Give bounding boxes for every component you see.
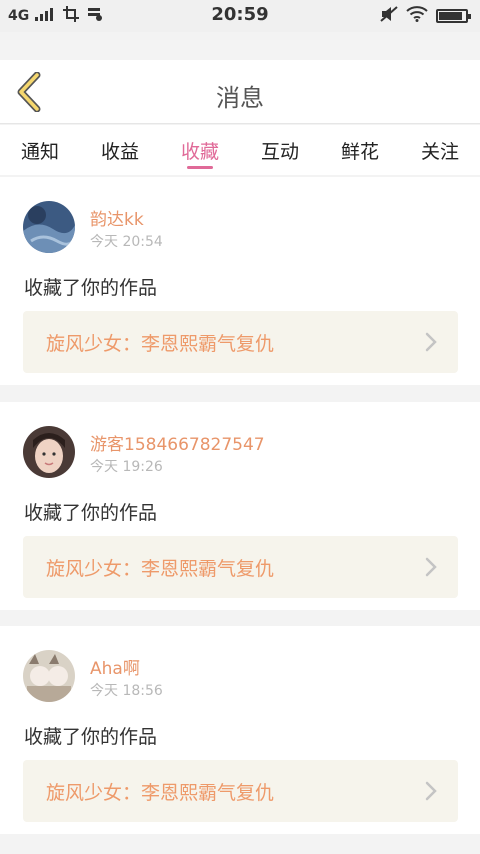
chevron-right-icon — [425, 557, 437, 577]
chevron-right-icon — [425, 781, 437, 801]
message-card: 韵达kk 今天 20:54 收藏了你的作品 旋风少女：李恩熙霸气复仇 — [0, 177, 480, 385]
username[interactable]: 韵达kk — [90, 205, 144, 230]
tab-follows[interactable]: 关注 — [400, 125, 480, 175]
mute-icon — [380, 6, 398, 26]
tab-earnings[interactable]: 收益 — [80, 125, 160, 175]
work-title: 旋风少女：李恩熙霸气复仇 — [46, 557, 275, 580]
tab-notifications[interactable]: 通知 — [0, 125, 80, 175]
work-link[interactable]: 旋风少女：李恩熙霸气复仇 — [23, 311, 458, 373]
status-bar: 4G 20:59 — [0, 0, 480, 32]
message-card: 游客1584667827547 今天 19:26 收藏了你的作品 旋风少女：李恩… — [0, 402, 480, 610]
tab-favorites[interactable]: 收藏 — [160, 125, 240, 175]
battery-icon — [436, 9, 471, 23]
chevron-right-icon — [425, 332, 437, 352]
work-link[interactable]: 旋风少女：李恩熙霸气复仇 — [23, 760, 458, 822]
action-text: 收藏了你的作品 — [24, 502, 158, 524]
timestamp: 今天 20:54 — [90, 234, 163, 250]
action-text: 收藏了你的作品 — [24, 277, 158, 299]
page-title: 消息 — [216, 84, 264, 112]
battery-fill — [439, 12, 463, 20]
work-title: 旋风少女：李恩熙霸气复仇 — [46, 781, 275, 804]
work-link[interactable]: 旋风少女：李恩熙霸气复仇 — [23, 536, 458, 598]
avatar[interactable] — [23, 650, 75, 702]
tab-flowers[interactable]: 鲜花 — [320, 125, 400, 175]
timestamp: 今天 18:56 — [90, 683, 163, 699]
username[interactable]: 游客1584667827547 — [90, 430, 265, 455]
tab-interactions[interactable]: 互动 — [240, 125, 320, 175]
username[interactable]: Aha啊 — [90, 654, 140, 679]
status-right — [380, 6, 471, 26]
avatar[interactable] — [23, 201, 75, 253]
avatar[interactable] — [23, 426, 75, 478]
app-header: 消息 — [0, 60, 480, 124]
message-card: Aha啊 今天 18:56 收藏了你的作品 旋风少女：李恩熙霸气复仇 — [0, 626, 480, 834]
tab-bar: 通知 收益 收藏 互动 鲜花 关注 — [0, 125, 480, 175]
action-text: 收藏了你的作品 — [24, 726, 158, 748]
timestamp: 今天 19:26 — [90, 459, 163, 475]
work-title: 旋风少女：李恩熙霸气复仇 — [46, 332, 275, 355]
wifi-icon — [406, 6, 428, 26]
